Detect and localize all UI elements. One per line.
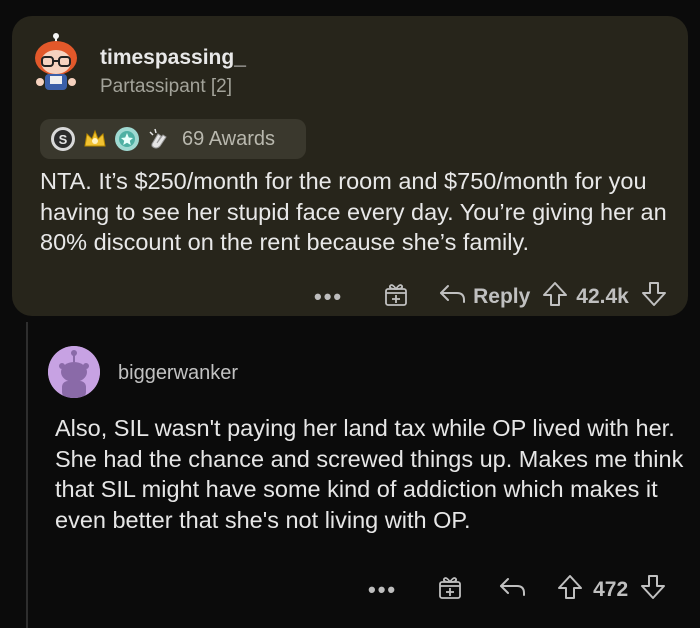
user-avatar[interactable]: [30, 32, 82, 96]
vote-count: 472: [593, 577, 629, 601]
downvote-arrow-icon[interactable]: [640, 574, 666, 605]
reply-button[interactable]: Reply: [473, 285, 530, 309]
user-avatar[interactable]: [48, 346, 100, 398]
gold-crown-award-icon: [82, 126, 108, 152]
top-comment-card: timespassing_ Partassipant [2] S 69 Awar…: [12, 16, 688, 316]
comment-body: Also, SIL wasn't paying her land tax whi…: [55, 415, 684, 533]
more-options-button[interactable]: •••: [314, 284, 343, 310]
reply-arrow-icon[interactable]: [499, 576, 527, 603]
give-award-icon[interactable]: [437, 574, 463, 605]
awards-bar[interactable]: S 69 Awards: [40, 119, 306, 159]
upvote-arrow-icon[interactable]: [542, 281, 568, 312]
user-flair: Partassipant [2]: [100, 76, 233, 97]
svg-text:S: S: [59, 132, 68, 147]
vote-count: 42.4k: [576, 284, 629, 308]
awards-count: 69 Awards: [182, 127, 276, 150]
platinum-award-icon: [114, 126, 140, 152]
thread-line[interactable]: [26, 322, 28, 628]
comment-body: NTA. It’s $250/month for the room and $7…: [40, 168, 667, 255]
upvote-arrow-icon[interactable]: [557, 574, 583, 605]
downvote-arrow-icon[interactable]: [641, 281, 667, 312]
clapping-hands-award-icon: [146, 126, 172, 152]
give-award-icon[interactable]: [383, 281, 409, 312]
comment-actions: ••• Reply 42.4k: [314, 281, 667, 312]
comment-actions: ••• 472: [368, 574, 666, 605]
reply-arrow-icon[interactable]: [439, 283, 467, 310]
username[interactable]: biggerwanker: [118, 362, 238, 385]
more-options-button[interactable]: •••: [368, 577, 397, 603]
username[interactable]: timespassing_: [100, 46, 246, 70]
silver-award-icon: S: [50, 126, 76, 152]
